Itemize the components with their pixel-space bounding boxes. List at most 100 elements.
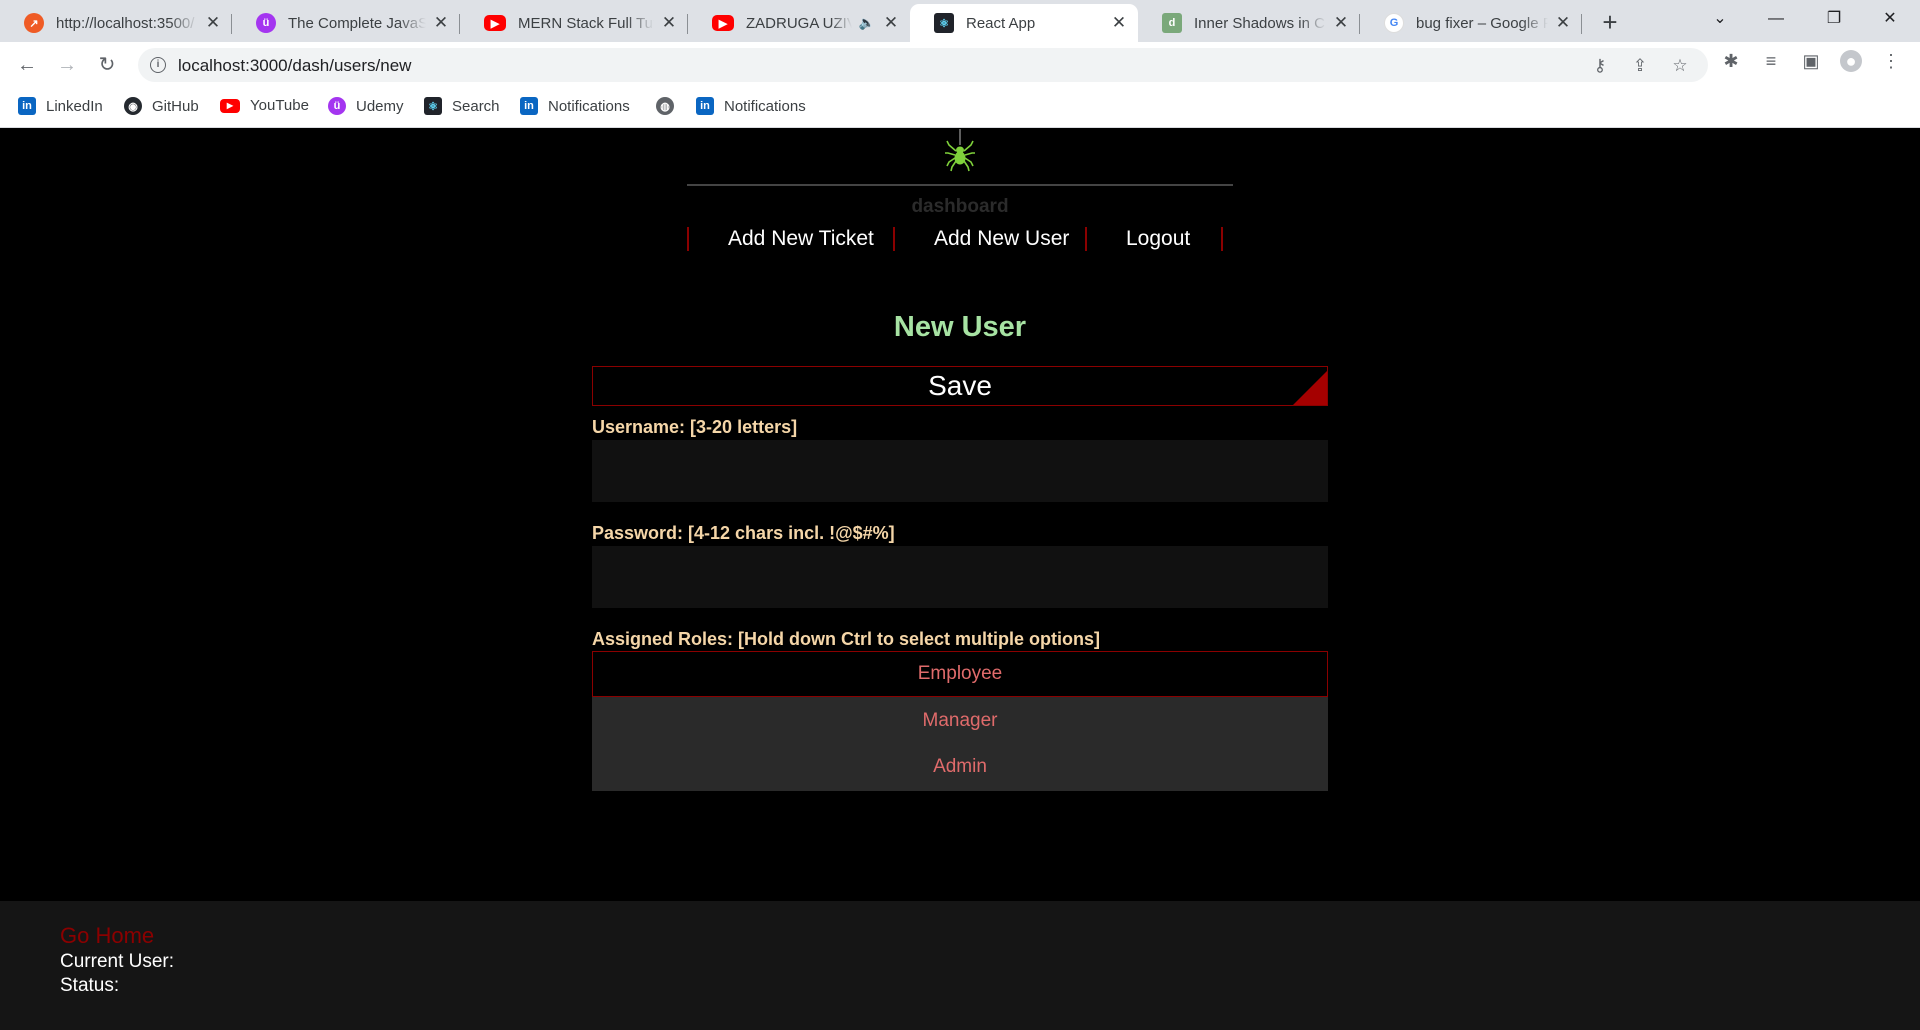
bookmark-label: GitHub bbox=[152, 97, 199, 115]
tab-title: bug fixer – Google Pretraga bbox=[1416, 14, 1548, 32]
username-input[interactable] bbox=[592, 440, 1328, 502]
nav-separator bbox=[1221, 227, 1223, 251]
header-divider bbox=[687, 184, 1233, 186]
tab-separator bbox=[1581, 14, 1582, 34]
nav-add-new-user[interactable]: Add New User bbox=[934, 226, 1069, 252]
current-user-text: Current User: bbox=[60, 951, 175, 972]
linkedin-icon: in bbox=[520, 97, 538, 115]
roles-label: Assigned Roles: [Hold down Ctrl to selec… bbox=[592, 629, 1101, 649]
share-icon[interactable]: ⇪ bbox=[1630, 56, 1650, 76]
extensions-icon[interactable]: ✱ bbox=[1720, 50, 1742, 72]
close-icon[interactable]: ✕ bbox=[1554, 14, 1572, 32]
tab-search-chevron-icon[interactable]: ⌄ bbox=[1692, 0, 1748, 38]
bookmark-label: Search bbox=[452, 97, 500, 115]
tab-title: React App bbox=[966, 14, 1036, 32]
media-control-icon[interactable]: ≡ bbox=[1760, 50, 1782, 72]
spider-logo-icon bbox=[945, 129, 975, 172]
close-icon[interactable]: ✕ bbox=[1110, 14, 1128, 32]
address-bar[interactable]: i localhost:3000/dash/users/new ⚷ ⇪ ☆ bbox=[138, 48, 1708, 82]
linkedin-icon: in bbox=[696, 97, 714, 115]
forward-arrow-icon[interactable]: → bbox=[52, 50, 82, 80]
youtube-icon: ▶ bbox=[220, 98, 240, 113]
save-button-label: Save bbox=[928, 370, 992, 401]
password-input[interactable] bbox=[592, 546, 1328, 608]
save-button[interactable]: Save bbox=[592, 366, 1328, 406]
nav-separator bbox=[1085, 227, 1087, 251]
youtube-icon: ▶ bbox=[484, 15, 506, 31]
key-icon[interactable]: ⚷ bbox=[1590, 56, 1610, 76]
close-icon[interactable]: ✕ bbox=[1332, 14, 1350, 32]
tab-javascript-course[interactable]: ü The Complete JavaScript ✕ bbox=[232, 4, 460, 42]
star-icon[interactable]: ☆ bbox=[1670, 56, 1690, 76]
tab-google-search[interactable]: G bug fixer – Google Pretraga ✕ bbox=[1360, 4, 1582, 42]
status-text: Status: bbox=[60, 975, 120, 996]
bookmark-label: YouTube bbox=[250, 97, 309, 114]
bookmark-label: LinkedIn bbox=[46, 97, 103, 115]
tab-inner-shadows[interactable]: d Inner Shadows in CSS ✕ bbox=[1138, 4, 1360, 42]
close-icon[interactable]: ✕ bbox=[432, 14, 450, 32]
url-text[interactable]: localhost:3000/dash/users/new bbox=[178, 56, 411, 76]
youtube-icon: ▶ bbox=[712, 15, 734, 31]
d-icon: d bbox=[1162, 13, 1182, 33]
tab-zadruga[interactable]: ▶ ZADRUGA UZIVO 🔈 ✕ bbox=[688, 4, 910, 42]
role-option-employee[interactable]: Employee bbox=[592, 651, 1328, 697]
nav-separator bbox=[687, 227, 689, 251]
back-arrow-icon[interactable]: ← bbox=[12, 50, 42, 80]
tab-title: http://localhost:3500/ bbox=[56, 14, 195, 32]
role-option-manager[interactable]: Manager bbox=[592, 699, 1328, 745]
close-icon[interactable]: ✕ bbox=[882, 14, 900, 32]
menu-kebab-icon[interactable]: ⋮ bbox=[1880, 50, 1902, 72]
bookmark-youtube[interactable]: ▶ YouTube bbox=[220, 97, 309, 114]
tab-mern-tutorial[interactable]: ▶ MERN Stack Full Tutorial ✕ bbox=[460, 4, 688, 42]
app-viewport: dashboard Add New Ticket Add New User Lo… bbox=[0, 129, 1920, 901]
bookmark-label: Udemy bbox=[356, 97, 404, 115]
bookmark-label: Notifications bbox=[548, 97, 630, 115]
tab-title: MERN Stack Full Tutorial bbox=[518, 14, 654, 32]
bookmark-notifications[interactable]: in Notifications bbox=[520, 97, 630, 115]
role-option-admin[interactable]: Admin bbox=[592, 745, 1328, 791]
close-icon[interactable]: ✕ bbox=[660, 14, 678, 32]
linkedin-icon: in bbox=[18, 97, 36, 115]
restore-icon[interactable]: ❐ bbox=[1806, 0, 1862, 38]
profile-avatar-icon[interactable]: ● bbox=[1840, 50, 1862, 72]
tab-react-app[interactable]: ⚛ React App ✕ bbox=[910, 4, 1138, 42]
speaker-icon[interactable]: 🔈 bbox=[858, 14, 876, 32]
tab-title: ZADRUGA UZIVO bbox=[746, 14, 852, 32]
react-icon: ⚛ bbox=[424, 97, 442, 115]
close-icon[interactable]: ✕ bbox=[204, 14, 222, 32]
bookmarks-bar: in LinkedIn ◉ GitHub ▶ YouTube ü Udemy ⚛… bbox=[0, 88, 1920, 128]
google-icon: G bbox=[1384, 13, 1404, 33]
nav-add-new-ticket[interactable]: Add New Ticket bbox=[728, 226, 874, 252]
side-panel-icon[interactable]: ▣ bbox=[1800, 50, 1822, 72]
nav-logout[interactable]: Logout bbox=[1126, 226, 1190, 252]
bookmark-globe[interactable]: ◍ bbox=[656, 97, 684, 115]
reload-icon[interactable]: ↻ bbox=[92, 50, 122, 80]
bookmark-notifications-2[interactable]: in Notifications bbox=[696, 97, 806, 115]
username-label: Username: [3-20 letters] bbox=[592, 417, 798, 437]
password-label: Password: [4-12 chars incl. !@$#%] bbox=[592, 523, 895, 543]
save-corner-triangle bbox=[1293, 371, 1327, 405]
window-close-icon[interactable]: ✕ bbox=[1862, 0, 1918, 38]
minimize-icon[interactable]: — bbox=[1748, 0, 1804, 38]
roles-multiselect[interactable]: Employee Manager Admin bbox=[592, 651, 1328, 791]
bookmark-search[interactable]: ⚛ Search bbox=[424, 97, 500, 115]
bookmark-label: Notifications bbox=[724, 97, 806, 115]
bookmark-linkedin[interactable]: in LinkedIn bbox=[18, 97, 103, 115]
site-info-icon[interactable]: i bbox=[150, 57, 166, 73]
tab-title: Inner Shadows in CSS bbox=[1194, 14, 1326, 32]
udemy-icon: ü bbox=[328, 97, 346, 115]
form-title: New User bbox=[893, 311, 1027, 343]
udemy-icon: ü bbox=[256, 13, 276, 33]
browser-tab-strip: ↗ http://localhost:3500/ ✕ ü The Complet… bbox=[0, 0, 1920, 42]
go-home-link[interactable]: Go Home bbox=[60, 923, 154, 949]
bookmark-udemy[interactable]: ü Udemy bbox=[328, 97, 404, 115]
browser-toolbar: ← → ↻ i localhost:3000/dash/users/new ⚷ … bbox=[0, 42, 1920, 88]
new-tab-button[interactable]: + bbox=[1595, 8, 1625, 38]
bookmark-github[interactable]: ◉ GitHub bbox=[124, 97, 199, 115]
dashboard-title[interactable]: dashboard bbox=[0, 196, 1920, 218]
tab-localhost-3500[interactable]: ↗ http://localhost:3500/ ✕ bbox=[0, 4, 232, 42]
react-icon: ⚛ bbox=[934, 13, 954, 33]
nav-separator bbox=[893, 227, 895, 251]
tab-title: The Complete JavaScript bbox=[288, 14, 426, 32]
globe-icon: ◍ bbox=[656, 97, 674, 115]
